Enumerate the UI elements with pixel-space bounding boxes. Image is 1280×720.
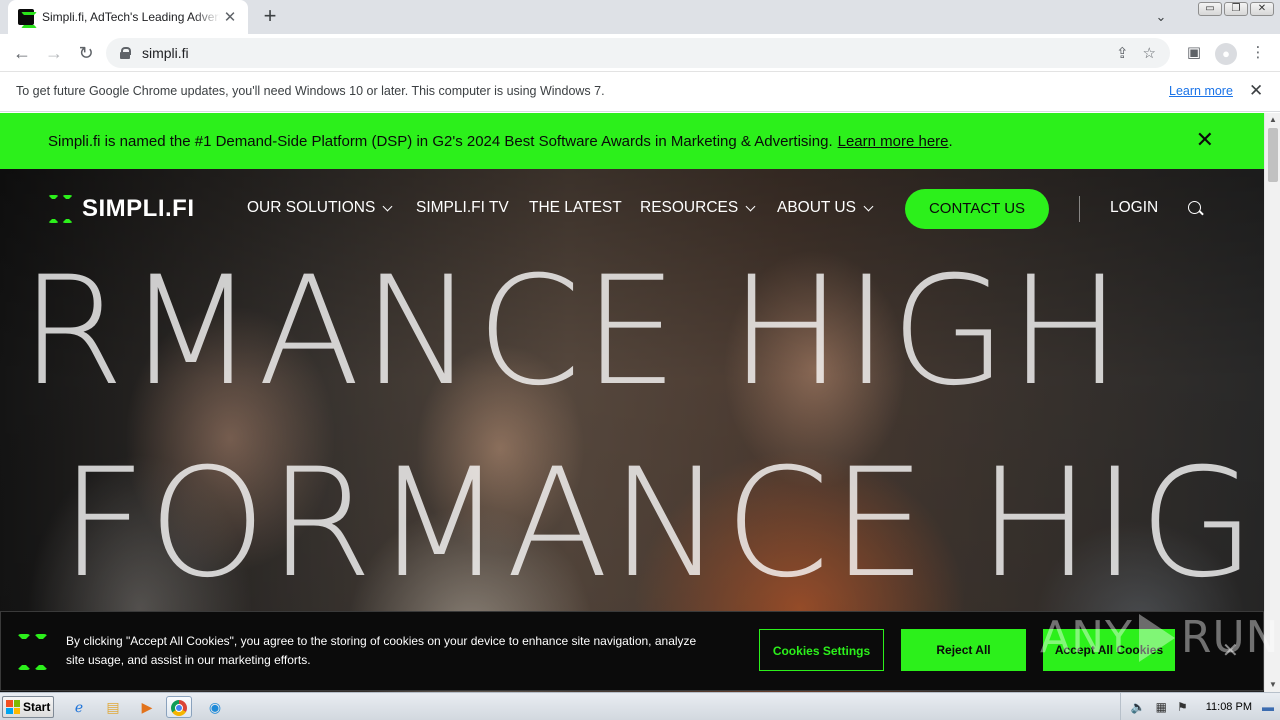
search-icon[interactable] (1188, 201, 1201, 214)
page-scrollbar[interactable]: ▲ ▼ (1264, 113, 1280, 692)
nav-divider (1079, 196, 1080, 222)
scroll-thumb[interactable] (1268, 128, 1278, 182)
windows-flag-icon (6, 700, 20, 714)
chevron-down-icon (382, 201, 393, 211)
bookmark-star-icon[interactable]: ☆ (1143, 44, 1156, 62)
url-text: simpli.fi (142, 45, 189, 61)
close-window-button[interactable]: ✕ (1250, 2, 1274, 16)
simplifi-favicon-icon (18, 9, 37, 28)
nav-resources[interactable]: RESOURCES (640, 199, 756, 217)
nav-about-us[interactable]: ABOUT US (777, 199, 874, 217)
browser-tab-strip: Simpli.fi, AdTech's Leading Advertising … (0, 0, 1280, 34)
infobar-close-icon[interactable]: ✕ (1249, 81, 1263, 101)
chrome-icon (171, 700, 187, 716)
network-icon[interactable]: ▦ (1156, 700, 1167, 714)
promo-text: Simpli.fi is named the #1 Demand-Side Pl… (48, 132, 833, 150)
tab-title: Simpli.fi, AdTech's Leading Advertising … (42, 10, 220, 24)
forward-arrow-icon[interactable]: → (42, 41, 66, 65)
watermark-right: RUN (1180, 612, 1280, 663)
windows-taskbar: Start ℯ ▤ ▶ ◉ 🔈 ▦ ⚑ 11:08 PM ▬ (0, 692, 1280, 720)
chevron-down-icon (863, 201, 874, 211)
simplifi-logo-mark-icon (48, 195, 74, 223)
simplifi-logo[interactable]: SIMPLI.FI (48, 195, 195, 223)
nav-label: SIMPLI.FI TV (416, 199, 509, 216)
address-bar[interactable]: simpli.fi ⇪ ☆ (106, 38, 1170, 68)
nav-our-solutions[interactable]: OUR SOLUTIONS (247, 199, 393, 217)
reload-icon[interactable]: ↻ (74, 41, 98, 65)
minimize-button[interactable]: ▭ (1198, 2, 1222, 16)
anyrun-watermark: ANY RUN (1040, 612, 1280, 663)
page-viewport: Simpli.fi is named the #1 Demand-Side Pl… (0, 113, 1280, 692)
contact-us-button[interactable]: CONTACT US (905, 189, 1049, 229)
profile-avatar[interactable]: ● (1214, 42, 1238, 66)
restore-button[interactable]: ❐ (1224, 2, 1248, 16)
cookie-message: By clicking "Accept All Cookies", you ag… (66, 634, 697, 667)
scroll-up-arrow-icon[interactable]: ▲ (1265, 113, 1280, 127)
learn-more-link[interactable]: Learn more (1169, 84, 1233, 98)
watermark-left: ANY (1040, 612, 1133, 663)
cookies-settings-button[interactable]: Cookies Settings (759, 629, 884, 671)
promo-learn-more-link[interactable]: Learn more here (838, 133, 949, 150)
promo-banner: Simpli.fi is named the #1 Demand-Side Pl… (0, 113, 1264, 169)
nav-label: RESOURCES (640, 199, 739, 216)
promo-close-icon[interactable]: ✕ (1196, 129, 1214, 151)
system-tray: 🔈 ▦ ⚑ 11:08 PM ▬ (1119, 693, 1280, 720)
window-controls: ▭ ❐ ✕ (1198, 2, 1274, 16)
scroll-down-arrow-icon[interactable]: ▼ (1265, 678, 1280, 692)
simplifi-logo-mark-icon (17, 634, 49, 670)
tab-close-icon[interactable]: ✕ (222, 8, 238, 26)
update-infobar: To get future Google Chrome updates, you… (0, 72, 1280, 112)
kebab-menu-icon[interactable]: ⋮ (1246, 41, 1270, 65)
logo-text: SIMPLI.FI (82, 195, 195, 222)
taskbar-clock[interactable]: 11:08 PM (1206, 701, 1252, 713)
nav-label: THE LATEST (529, 199, 622, 216)
hero-marquee-line-2: FORMANCE HIG (60, 437, 1258, 611)
browser-toolbar: ← → ↻ simpli.fi ⇪ ☆ ▣ ● ⋮ (0, 34, 1280, 72)
nav-the-latest[interactable]: THE LATEST (529, 199, 622, 217)
nav-label: ABOUT US (777, 199, 856, 216)
login-link[interactable]: LOGIN (1110, 199, 1158, 217)
play-triangle-icon (1138, 613, 1175, 662)
volume-icon[interactable]: 🔈 (1131, 700, 1146, 714)
site-navigation: SIMPLI.FI OUR SOLUTIONS SIMPLI.FI TV THE… (0, 169, 1264, 249)
share-icon[interactable]: ⇪ (1116, 44, 1129, 62)
side-panel-icon[interactable]: ▣ (1182, 41, 1206, 65)
nav-simplifi-tv[interactable]: SIMPLI.FI TV (416, 199, 509, 217)
edge-icon[interactable]: ◉ (202, 696, 228, 718)
file-explorer-icon[interactable]: ▤ (100, 696, 126, 718)
internet-explorer-icon[interactable]: ℯ (66, 696, 92, 718)
start-label: Start (23, 700, 51, 714)
start-button[interactable]: Start (2, 696, 54, 718)
back-arrow-icon[interactable]: ← (10, 41, 34, 65)
new-tab-button[interactable]: + (258, 5, 282, 29)
browser-tab-active[interactable]: Simpli.fi, AdTech's Leading Advertising … (8, 0, 248, 34)
chevron-down-icon (745, 201, 756, 211)
hero-marquee-line-1: RMANCE HIGH (20, 245, 1124, 419)
infobar-message: To get future Google Chrome updates, you… (16, 84, 605, 98)
action-center-flag-icon[interactable]: ⚑ (1177, 700, 1188, 714)
lock-icon[interactable] (120, 47, 131, 59)
reject-all-button[interactable]: Reject All (901, 629, 1026, 671)
nav-label: OUR SOLUTIONS (247, 199, 376, 216)
tab-search-chevron-icon[interactable]: ⌄ (1150, 6, 1172, 28)
promo-period: . (948, 132, 953, 150)
media-player-icon[interactable]: ▶ (134, 696, 160, 718)
chrome-taskbar-button[interactable] (166, 696, 192, 718)
person-icon: ● (1215, 43, 1237, 65)
show-desktop-icon[interactable]: ▬ (1262, 700, 1274, 714)
